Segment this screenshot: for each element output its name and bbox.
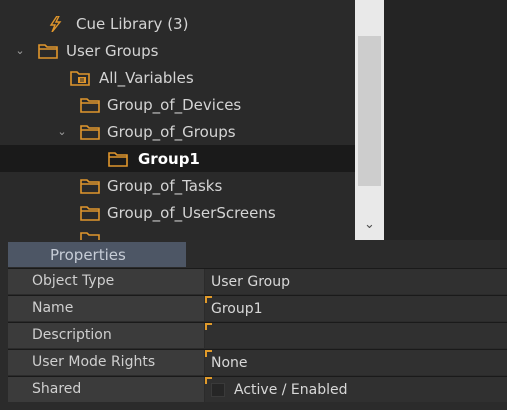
property-row-user-mode-rights[interactable]: User Mode Rights None <box>8 349 507 375</box>
tree-item-group1[interactable]: Group1 <box>0 145 355 172</box>
folder-icon <box>80 97 100 113</box>
folder-icon <box>80 205 100 221</box>
variables-folder-icon <box>70 70 90 86</box>
property-key: Description <box>8 323 204 348</box>
user-mode-rights-field[interactable]: None <box>205 350 507 375</box>
tree-item-label: Cue Library (3) <box>76 14 189 33</box>
tree-item-user-groups[interactable]: ⌄ User Groups <box>0 37 355 64</box>
editable-marker-icon <box>205 296 212 303</box>
checkbox-label: Active / Enabled <box>234 382 348 398</box>
tree-item-group-of-userscreens[interactable]: Group_of_UserScreens <box>0 199 355 226</box>
tree-item-label: Group1 <box>138 149 200 168</box>
tree-item-label: Group_of_Tasks <box>107 176 223 195</box>
shared-field[interactable]: Active / Enabled <box>205 377 507 402</box>
property-key: User Mode Rights <box>8 350 204 375</box>
shared-checkbox[interactable] <box>211 383 225 397</box>
property-row-object-type: Object Type User Group <box>8 268 507 294</box>
property-key: Name <box>8 296 204 321</box>
folder-icon <box>38 43 58 59</box>
tree-item-label: Group_of_Groups <box>107 122 236 141</box>
property-row-description[interactable]: Description <box>8 322 507 348</box>
tree-item-label: Group_of_Devices <box>107 95 242 114</box>
property-value-text: None <box>211 355 248 371</box>
property-row-name[interactable]: Name Group1 <box>8 295 507 321</box>
property-value-text: Group1 <box>211 301 263 317</box>
tree-item-label: All_Variables <box>99 68 194 87</box>
editable-marker-icon <box>205 350 212 357</box>
bolt-icon <box>46 15 66 32</box>
tree-item-group-of-devices[interactable]: Group_of_Devices <box>0 91 355 118</box>
tree-scrollbar-thumb[interactable] <box>358 36 381 186</box>
tree-item-label: Group_of_UserScreens <box>107 203 276 222</box>
tree-item-label: User Groups <box>66 41 159 60</box>
folder-icon <box>80 178 100 194</box>
property-key: Object Type <box>8 269 204 294</box>
chevron-down-icon[interactable]: ⌄ <box>56 125 68 138</box>
property-key: Shared <box>8 377 204 402</box>
tree-item-partial <box>0 231 355 240</box>
folder-icon <box>80 124 100 140</box>
tree-item-all-variables[interactable]: All_Variables <box>0 64 355 91</box>
property-value: User Group <box>205 269 507 294</box>
name-field[interactable]: Group1 <box>205 296 507 321</box>
tree-item-group-of-tasks[interactable]: Group_of_Tasks <box>0 172 355 199</box>
tab-properties[interactable]: Properties <box>8 242 186 267</box>
chevron-down-icon[interactable]: ⌄ <box>14 44 26 57</box>
property-value-text: User Group <box>211 274 290 290</box>
tree-empty-area <box>384 0 507 240</box>
scroll-down-icon[interactable]: ⌄ <box>355 213 384 235</box>
tree-item-cue-library[interactable]: Cue Library (3) <box>0 10 355 37</box>
description-field[interactable] <box>205 323 507 348</box>
tree-item-group-of-groups[interactable]: ⌄ Group_of_Groups <box>0 118 355 145</box>
folder-icon <box>80 231 100 240</box>
editable-marker-icon <box>205 323 212 330</box>
folder-icon <box>108 151 128 167</box>
property-row-shared[interactable]: Shared Active / Enabled <box>8 376 507 402</box>
